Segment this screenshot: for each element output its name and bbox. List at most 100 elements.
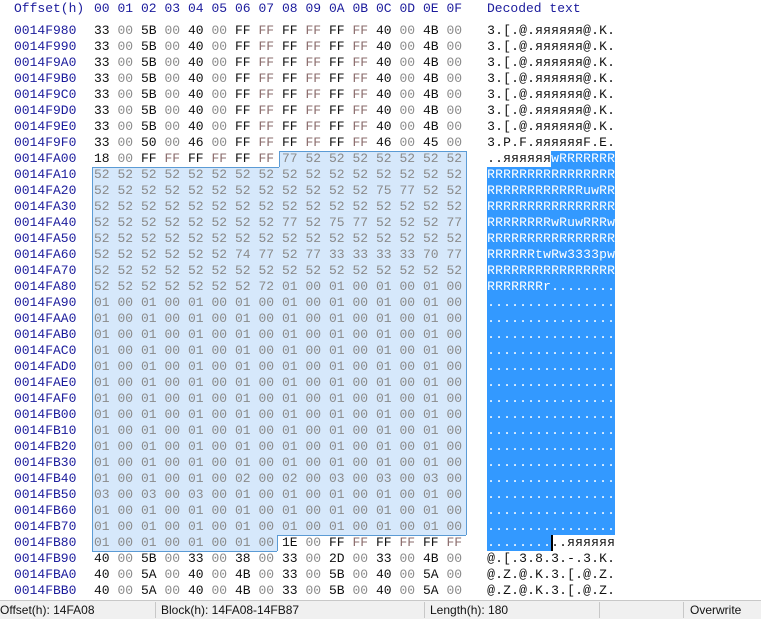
hex-byte[interactable]: 01 [282,391,302,407]
hex-byte[interactable]: 00 [165,391,185,407]
hex-byte[interactable]: 52 [212,279,232,295]
hex-byte[interactable]: FF [259,55,279,71]
hex-byte[interactable]: 5B [141,103,161,119]
hex-byte[interactable]: 00 [165,295,185,311]
hex-byte[interactable]: 00 [212,311,232,327]
hex-byte[interactable]: 00 [306,487,326,503]
hex-byte[interactable]: FF [188,151,208,167]
hex-byte[interactable]: 00 [306,519,326,535]
hex-byte[interactable]: 01 [376,519,396,535]
decoded-text-line[interactable]: ................ [487,471,615,487]
hex-byte[interactable]: 01 [188,471,208,487]
hex-byte[interactable]: FF [447,535,467,551]
hex-byte[interactable]: 01 [423,359,443,375]
hex-byte[interactable]: FF [353,55,373,71]
hex-byte[interactable]: 5B [141,87,161,103]
hex-byte[interactable]: 01 [94,407,114,423]
hex-byte[interactable]: 18 [94,151,114,167]
hex-byte[interactable]: 52 [165,279,185,295]
hex-byte[interactable]: 52 [447,263,467,279]
hex-byte[interactable]: 00 [447,311,467,327]
hex-byte[interactable]: 52 [188,215,208,231]
hex-byte[interactable]: 77 [259,247,279,263]
hex-byte[interactable]: 01 [235,343,255,359]
hex-byte[interactable]: 01 [235,407,255,423]
hex-byte[interactable]: 00 [259,343,279,359]
hex-byte[interactable]: 00 [353,471,373,487]
hex-byte[interactable]: 52 [282,183,302,199]
hex-byte[interactable]: FF [306,103,326,119]
hex-byte[interactable]: 01 [329,391,349,407]
hex-byte[interactable]: 5B [141,71,161,87]
hex-byte[interactable]: 00 [400,103,420,119]
hex-byte[interactable]: 52 [282,199,302,215]
hex-byte[interactable]: 52 [235,279,255,295]
decoded-text-line[interactable]: RRRRRRRr........ [487,279,615,295]
hex-byte[interactable]: 5B [141,551,161,567]
hex-byte[interactable]: 00 [165,55,185,71]
hex-byte[interactable]: 00 [165,39,185,55]
hex-byte[interactable]: 33 [400,247,420,263]
hex-byte[interactable]: 00 [212,87,232,103]
hex-byte[interactable]: 01 [329,327,349,343]
hex-byte[interactable]: FF [306,23,326,39]
hex-byte[interactable]: 52 [259,199,279,215]
hex-byte[interactable]: 01 [188,503,208,519]
hex-byte[interactable]: 00 [400,39,420,55]
hex-byte[interactable]: 4B [423,103,443,119]
hex-byte[interactable]: 00 [212,343,232,359]
hex-byte[interactable]: 00 [447,103,467,119]
hex-byte[interactable]: 00 [259,455,279,471]
hex-byte[interactable]: 00 [259,327,279,343]
hex-byte[interactable]: FF [282,103,302,119]
hex-byte[interactable]: 01 [94,295,114,311]
hex-byte[interactable]: 52 [212,167,232,183]
hex-byte[interactable]: 52 [118,199,138,215]
hex-byte[interactable]: 00 [212,39,232,55]
hex-byte[interactable]: 01 [329,295,349,311]
hex-byte[interactable]: 52 [118,183,138,199]
hex-byte[interactable]: FF [329,103,349,119]
decoded-text-line[interactable]: 3.[.@.яяяяяя@.K. [487,71,615,87]
hex-byte[interactable]: FF [306,119,326,135]
hex-byte[interactable]: 1E [282,535,302,551]
hex-byte[interactable]: 00 [259,311,279,327]
hex-byte[interactable]: FF [306,39,326,55]
hex-byte[interactable]: 00 [259,423,279,439]
hex-byte[interactable]: 00 [259,471,279,487]
hex-byte[interactable]: 00 [212,375,232,391]
hex-byte[interactable]: FF [353,535,373,551]
hex-byte[interactable]: 00 [212,519,232,535]
hex-byte[interactable]: 01 [282,487,302,503]
decoded-text-line[interactable]: RRRRRRRRRRRRRRRR [487,199,615,215]
hex-byte[interactable]: FF [235,23,255,39]
hex-byte[interactable]: FF [353,103,373,119]
hex-byte[interactable]: 52 [376,215,396,231]
hex-byte[interactable]: 52 [165,247,185,263]
hex-byte[interactable]: 01 [94,311,114,327]
hex-byte[interactable]: 01 [94,535,114,551]
hex-byte[interactable]: 52 [329,263,349,279]
hex-byte[interactable]: 01 [235,535,255,551]
hex-byte[interactable]: 00 [212,391,232,407]
hex-byte[interactable]: 38 [235,551,255,567]
hex-byte[interactable]: FF [329,39,349,55]
hex-byte[interactable]: 52 [141,167,161,183]
hex-byte[interactable]: 52 [306,167,326,183]
hex-byte[interactable]: FF [259,87,279,103]
hex-byte[interactable]: 00 [165,487,185,503]
hex-byte[interactable]: 33 [94,119,114,135]
hex-byte[interactable]: 00 [165,343,185,359]
hex-byte[interactable]: 01 [423,311,443,327]
hex-byte[interactable]: 00 [118,103,138,119]
hex-byte[interactable]: 00 [118,455,138,471]
hex-byte[interactable]: 4B [235,583,255,599]
hex-byte[interactable]: 01 [423,327,443,343]
hex-byte[interactable]: 52 [259,231,279,247]
hex-byte[interactable]: 00 [306,583,326,599]
decoded-text-line[interactable]: ................ [487,455,615,471]
hex-byte[interactable]: 00 [353,583,373,599]
hex-byte[interactable]: 52 [423,183,443,199]
hex-byte[interactable]: 01 [282,343,302,359]
hex-byte[interactable]: 40 [94,583,114,599]
